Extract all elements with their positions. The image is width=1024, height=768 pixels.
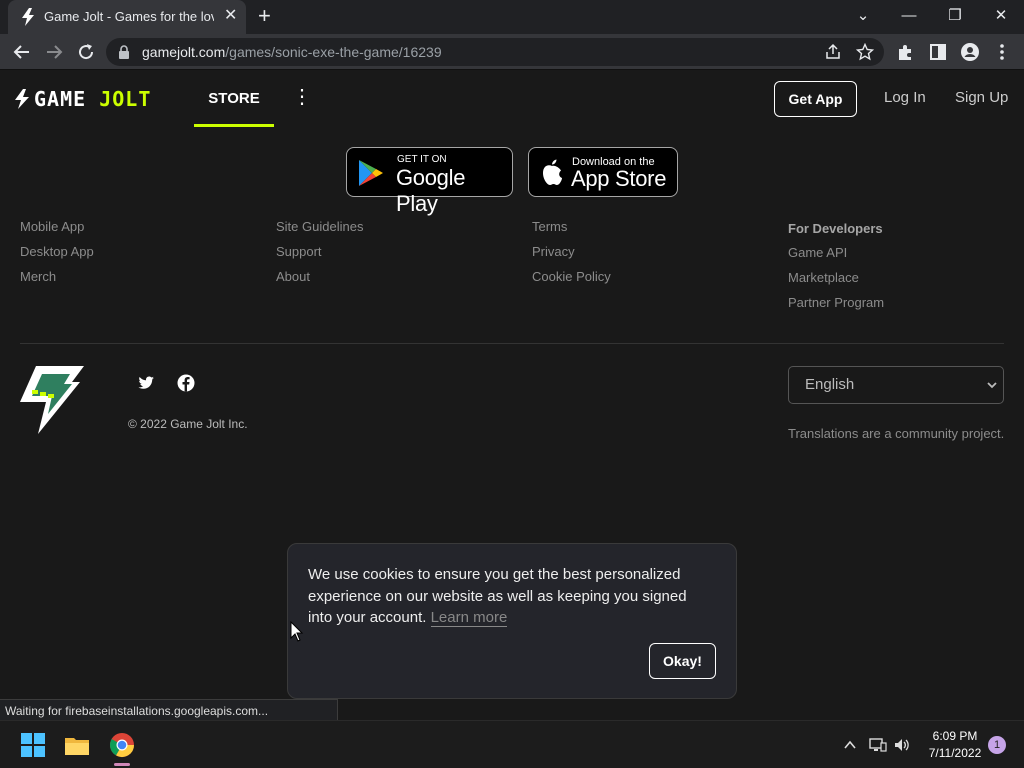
browser-toolbar: gamejolt.com/games/sonic-exe-the-game/16… [0,34,1024,70]
footer-link-about[interactable]: About [276,269,310,284]
language-select[interactable]: English [788,366,1004,404]
url-path: /games/sonic-exe-the-game/16239 [225,44,442,60]
google-badge-small-text: GET IT ON [397,154,447,165]
get-app-button[interactable]: Get App [774,81,857,117]
google-play-badge[interactable]: GET IT ON Google Play [346,147,513,216]
app-store-badge[interactable]: Download on the App Store [528,147,678,197]
restore-button[interactable]: ❐ [932,4,978,28]
footer-link-desktop-app[interactable]: Desktop App [20,244,94,259]
chrome-menu-icon[interactable] [990,40,1014,64]
url-text: gamejolt.com/games/sonic-exe-the-game/16… [142,44,442,60]
network-icon[interactable] [869,737,887,753]
nav-store-tab[interactable]: STORE [194,71,274,127]
share-icon[interactable] [824,43,842,66]
footer-link-partner-program[interactable]: Partner Program [788,295,884,310]
browser-tab-strip: Game Jolt - Games for the love of ✕ + ⌄ … [0,0,1024,34]
lock-icon[interactable] [118,45,130,59]
google-play-icon [359,160,383,186]
mouse-cursor-icon [290,621,304,642]
logo-word-jolt: JOLT [99,87,152,111]
twitter-icon[interactable] [136,373,156,393]
gamejolt-bolt-logo-icon[interactable] [18,364,86,436]
new-tab-button[interactable]: + [258,5,271,27]
gamejolt-favicon-icon [22,8,34,26]
close-window-button[interactable]: ✕ [978,4,1024,28]
windows-start-icon[interactable] [19,731,47,759]
learn-more-link[interactable]: Learn more [430,609,508,627]
side-panel-icon[interactable] [926,40,950,64]
browser-tab[interactable]: Game Jolt - Games for the love of ✕ [8,0,246,34]
volume-icon[interactable] [893,737,911,753]
minimize-button[interactable]: — [886,4,932,28]
log-in-link[interactable]: Log In [884,89,926,106]
google-badge-big-text: Google Play [396,165,466,216]
extensions-puzzle-icon[interactable] [894,40,918,64]
tab-close-icon[interactable]: ✕ [224,8,237,24]
file-explorer-icon[interactable] [63,731,91,759]
footer-link-privacy[interactable]: Privacy [532,244,575,259]
footer-link-site-guidelines[interactable]: Site Guidelines [276,219,363,234]
tab-search-icon[interactable]: ⌄ [840,4,886,28]
chevron-down-icon [987,382,997,389]
apple-icon [543,159,562,185]
address-bar[interactable]: gamejolt.com/games/sonic-exe-the-game/16… [106,38,884,66]
active-app-indicator [114,763,130,766]
cookie-message: We use cookies to ensure you get the bes… [308,564,708,629]
footer-link-merch[interactable]: Merch [20,269,56,284]
sign-up-link[interactable]: Sign Up [955,89,1008,106]
footer-link-terms[interactable]: Terms [532,219,567,234]
facebook-icon[interactable] [176,373,196,393]
okay-button[interactable]: Okay! [649,643,716,679]
site-header: GAME JOLT STORE ⋮ Get App Log In Sign Up [0,71,1024,127]
copyright-text: © 2022 Game Jolt Inc. [128,417,248,431]
for-developers-heading: For Developers [788,221,883,236]
translations-note: Translations are a community project. [788,426,1005,441]
forward-arrow-icon[interactable] [42,40,66,64]
clock-time[interactable]: 6:09 PM [920,729,990,743]
tab-title: Game Jolt - Games for the love of [44,9,214,24]
logo-wordmark: GAME JOLT [34,87,151,111]
footer-link-marketplace[interactable]: Marketplace [788,270,859,285]
footer-link-support[interactable]: Support [276,244,322,259]
logo-word-game: GAME [34,87,100,111]
profile-icon[interactable] [958,40,982,64]
url-domain: gamejolt.com [142,44,226,60]
gamejolt-logo[interactable]: GAME JOLT [14,87,151,111]
browser-status-bar: Waiting for firebaseinstallations.google… [0,699,338,720]
reload-icon[interactable] [74,40,98,64]
clock-date[interactable]: 7/11/2022 [920,746,990,760]
chrome-taskbar-icon[interactable] [108,731,136,759]
bookmark-star-icon[interactable] [855,42,875,66]
windows-taskbar: 6:09 PM 7/11/2022 1 [0,720,1024,768]
apple-badge-big-text: App Store [571,166,667,191]
tray-chevron-up-icon[interactable] [843,738,857,752]
back-arrow-icon[interactable] [10,40,34,64]
bolt-icon [15,89,29,109]
footer-divider [20,343,1004,344]
more-menu-icon[interactable]: ⋮ [292,87,312,107]
notification-badge[interactable]: 1 [988,736,1006,754]
footer-link-cookie-policy[interactable]: Cookie Policy [532,269,611,284]
footer-link-game-api[interactable]: Game API [788,245,847,260]
cookie-banner: We use cookies to ensure you get the bes… [287,543,737,699]
footer-link-mobile-app[interactable]: Mobile App [20,219,84,234]
